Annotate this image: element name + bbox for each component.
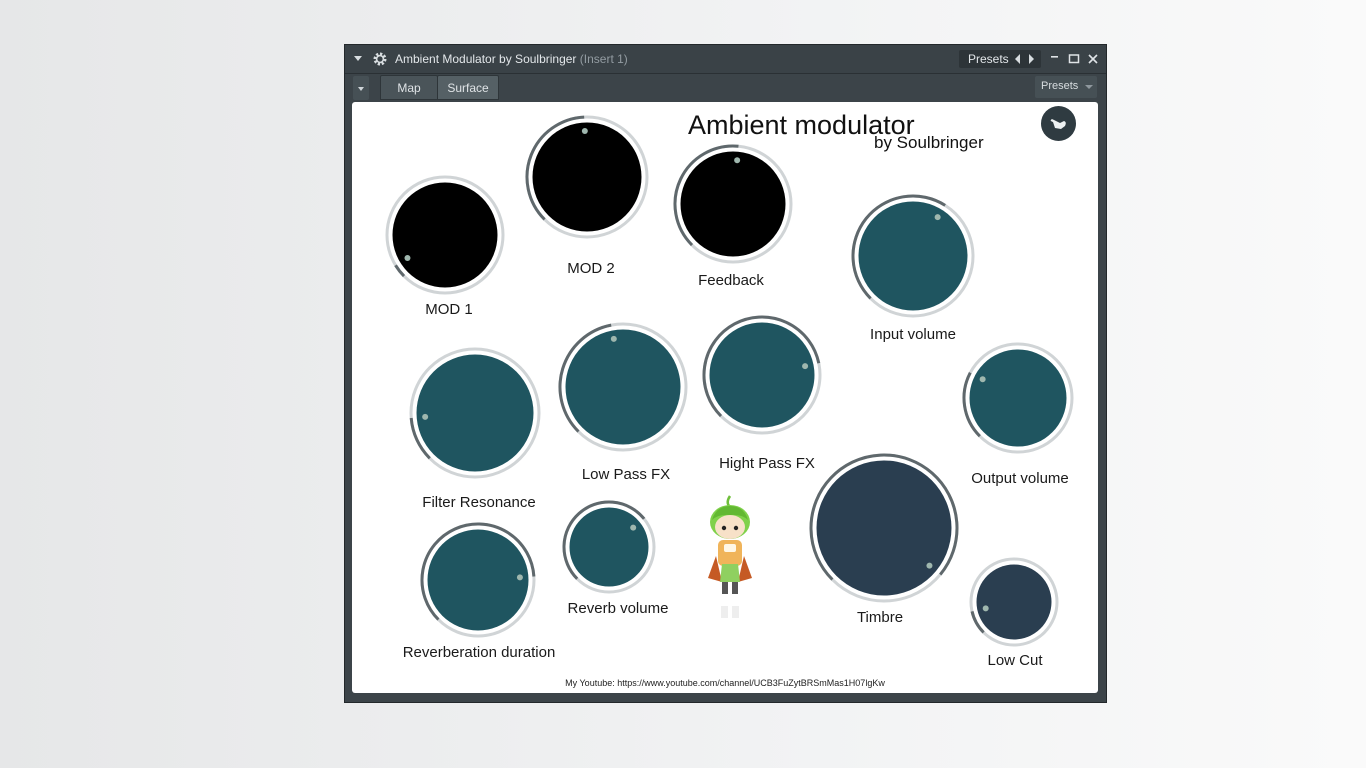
window-title-insert: (Insert 1) xyxy=(579,52,628,66)
knob-body xyxy=(569,507,649,587)
plugin-window: Ambient Modulator by Soulbringer (Insert… xyxy=(344,44,1107,703)
knob-indicator-dot xyxy=(982,605,989,612)
knob-output-volume[interactable] xyxy=(961,341,1075,455)
knob-indicator-dot xyxy=(630,524,637,531)
knob-body xyxy=(858,201,968,311)
tab-surface[interactable]: Surface xyxy=(437,75,499,100)
presets-dropdown[interactable]: Presets xyxy=(1035,76,1097,98)
label-feedback: Feedback xyxy=(698,272,764,289)
knob-input-volume[interactable] xyxy=(850,193,976,319)
youtube-footer-text: My Youtube: https://www.youtube.com/chan… xyxy=(565,678,885,688)
label-reverb-volume: Reverb volume xyxy=(567,600,669,617)
presets-dropdown-label: Presets xyxy=(1041,80,1079,92)
plugin-subtitle: by Soulbringer xyxy=(874,133,984,152)
knob-body xyxy=(532,122,642,232)
next-preset-icon[interactable] xyxy=(1029,54,1034,64)
knob-indicator-dot xyxy=(802,363,809,370)
label-low-cut: Low Cut xyxy=(987,652,1043,669)
label-mod2: MOD 2 xyxy=(567,260,615,277)
knob-indicator-dot xyxy=(422,413,429,420)
label-reverberation-duration: Reverberation duration xyxy=(402,644,556,661)
knob-mod1[interactable] xyxy=(384,174,506,296)
knob-body xyxy=(976,564,1052,640)
minimize-icon[interactable] xyxy=(1048,52,1062,66)
knob-low-pass-fx[interactable] xyxy=(557,321,689,453)
knob-indicator-dot xyxy=(934,214,941,221)
knob-indicator-dot xyxy=(734,157,741,164)
knob-mod2[interactable] xyxy=(524,114,650,240)
knob-indicator-dot xyxy=(610,335,617,342)
gear-icon[interactable] xyxy=(372,51,388,67)
mascot-character-image xyxy=(708,495,752,618)
knob-low-cut[interactable] xyxy=(968,556,1060,648)
label-hight-pass-fx: Hight Pass FX xyxy=(719,455,815,472)
presets-label[interactable]: Presets xyxy=(968,52,1009,66)
tab-map[interactable]: Map xyxy=(380,75,438,100)
label-low-pass-fx: Low Pass FX xyxy=(581,466,671,483)
label-input-volume: Input volume xyxy=(870,326,956,343)
knob-body xyxy=(565,329,681,445)
knob-body xyxy=(416,354,534,472)
knob-hight-pass-fx[interactable] xyxy=(701,314,823,436)
window-title-main: Ambient Modulator by Soulbringer xyxy=(395,52,577,66)
plugin-toolbar: Map Surface Presets xyxy=(345,74,1106,102)
knob-indicator-dot xyxy=(926,562,933,569)
options-dropdown-button[interactable] xyxy=(353,76,369,100)
label-filter-resonance: Filter Resonance xyxy=(422,494,536,511)
knob-body xyxy=(392,182,498,288)
knob-body xyxy=(969,349,1067,447)
knob-body xyxy=(680,151,786,257)
knob-indicator-dot xyxy=(581,128,588,135)
window-menu-arrow-icon[interactable] xyxy=(354,56,362,61)
knob-body xyxy=(427,529,529,631)
knob-body xyxy=(709,322,815,428)
knob-indicator-dot xyxy=(404,254,411,261)
presets-navigator: Presets xyxy=(959,50,1041,68)
knob-reverberation-duration[interactable] xyxy=(419,521,537,639)
knob-indicator-dot xyxy=(979,376,986,383)
previous-preset-icon[interactable] xyxy=(1015,54,1020,64)
maximize-icon[interactable] xyxy=(1067,52,1081,66)
knob-timbre[interactable] xyxy=(808,452,960,604)
knob-feedback[interactable] xyxy=(672,143,794,265)
label-mod1: MOD 1 xyxy=(425,301,473,318)
knob-body xyxy=(816,460,952,596)
title-bar[interactable]: Ambient Modulator by Soulbringer (Insert… xyxy=(345,45,1106,74)
label-timbre: Timbre xyxy=(856,609,904,626)
knob-indicator-dot xyxy=(516,574,523,581)
knob-filter-resonance[interactable] xyxy=(408,346,542,480)
plugin-surface: Ambient modulator by Soulbringer MOD 1 M… xyxy=(352,102,1098,693)
hand-icon[interactable] xyxy=(1041,106,1076,141)
knob-reverb-volume[interactable] xyxy=(561,499,657,595)
window-title: Ambient Modulator by Soulbringer (Insert… xyxy=(395,52,628,66)
close-icon[interactable] xyxy=(1086,52,1100,66)
label-output-volume: Output volume xyxy=(971,470,1069,487)
